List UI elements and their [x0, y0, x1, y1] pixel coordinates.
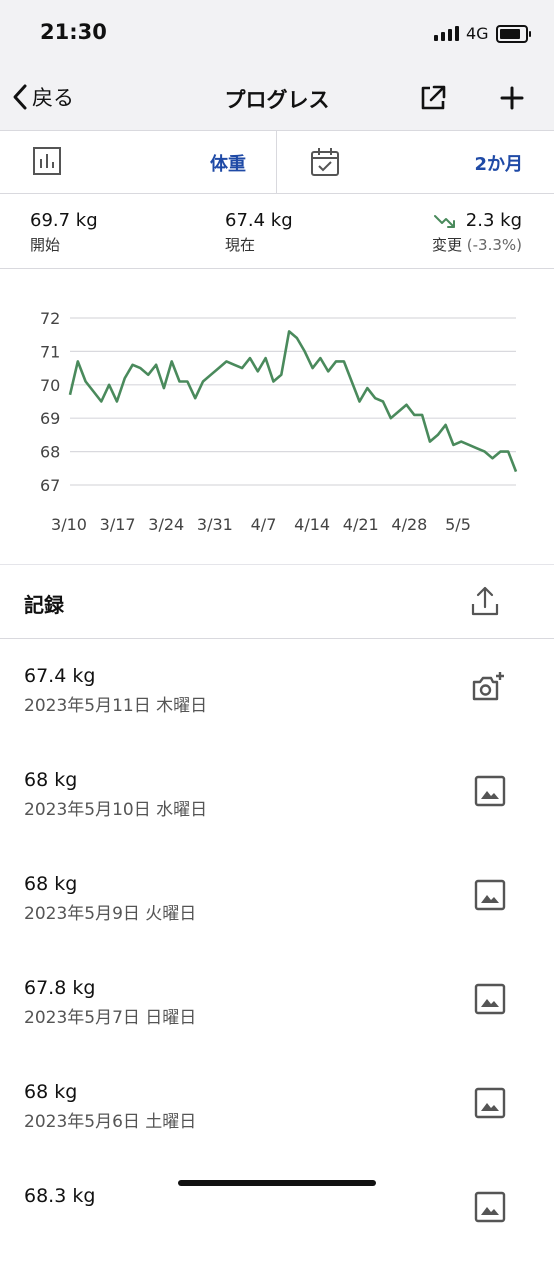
record-date: 2023年5月6日 土曜日: [24, 1112, 197, 1132]
x-tick-label: 4/28: [391, 515, 427, 534]
record-weight: 68 kg: [24, 1081, 78, 1103]
bar-chart-icon: [33, 147, 61, 175]
record-date: 2023年5月9日 火曜日: [24, 904, 197, 924]
record-weight: 67.8 kg: [24, 977, 96, 999]
record-row[interactable]: 68 kg 2023年5月10日 水曜日: [0, 743, 554, 847]
x-tick-label: 3/24: [148, 515, 184, 534]
y-tick-label: 67: [40, 476, 60, 495]
x-tick-label: 4/21: [343, 515, 379, 534]
record-row[interactable]: 67.8 kg 2023年5月7日 日曜日: [0, 951, 554, 1055]
nav-bar: 戻る プログレス: [0, 70, 554, 131]
image-icon[interactable]: [474, 775, 506, 811]
record-weight: 68 kg: [24, 769, 78, 791]
y-tick-label: 71: [40, 342, 60, 361]
back-label: 戻る: [32, 86, 74, 110]
trend-down-icon: [433, 214, 455, 228]
calendar-check-icon: [311, 148, 339, 176]
image-icon[interactable]: [474, 1087, 506, 1123]
export-button[interactable]: [470, 585, 500, 621]
network-type: 4G: [466, 24, 489, 43]
metric-value: 体重: [210, 154, 246, 175]
current-weight: 67.4 kg: [225, 210, 293, 231]
external-link-icon: [421, 85, 446, 110]
weight-chart-svg: 72 71 70 69 68 67 3/10 3/17 3/24 3/31 4/7 4/14 4/21 4…: [40, 309, 518, 534]
stat-change: 2.3 kg 変更 (-3.3%): [432, 210, 522, 255]
y-tick-label: 68: [40, 443, 60, 462]
records-list: 67.4 kg 2023年5月11日 木曜日 68 kg 2023年5月10日 水曜日…: [0, 639, 554, 1263]
signal-icon: [434, 26, 459, 41]
status-time: 21:30: [40, 20, 107, 44]
y-tick-label: 69: [40, 409, 60, 428]
share-icon: [471, 586, 499, 616]
weight-series-line: [68, 330, 518, 473]
record-weight: 68 kg: [24, 873, 78, 895]
add-button[interactable]: [496, 82, 528, 118]
x-tick-label: 3/17: [100, 515, 136, 534]
change-label: 変更: [431, 236, 462, 254]
add-photo-icon[interactable]: [470, 671, 506, 707]
x-tick-label: 3/31: [197, 515, 233, 534]
current-label: 現在: [225, 236, 256, 254]
back-button[interactable]: 戻る: [12, 82, 74, 112]
record-date: 2023年5月7日 日曜日: [24, 1008, 197, 1028]
record-row[interactable]: 67.4 kg 2023年5月11日 木曜日: [0, 639, 554, 743]
weight-chart: 72 71 70 69 68 67 3/10 3/17 3/24 3/31 4/7 4/14 4/21 4…: [0, 290, 554, 550]
records-header: 記録: [0, 565, 554, 639]
records-title: 記録: [24, 593, 64, 617]
y-tick-label: 72: [40, 309, 60, 328]
record-row[interactable]: 68 kg 2023年5月6日 土曜日: [0, 1055, 554, 1159]
record-row[interactable]: 68.3 kg: [0, 1159, 554, 1263]
stat-current: 67.4 kg 現在: [225, 210, 293, 255]
image-icon[interactable]: [474, 879, 506, 915]
start-weight: 69.7 kg: [30, 210, 98, 231]
stat-start: 69.7 kg 開始: [30, 210, 98, 255]
record-date: 2023年5月10日 水曜日: [24, 800, 208, 820]
change-percent: (-3.3%): [466, 236, 522, 254]
chevron-left-icon: [13, 84, 27, 110]
range-selector[interactable]: 2か月: [277, 131, 553, 193]
page-title: プログレス: [224, 88, 330, 112]
status-bar: 21:30 4G: [0, 0, 554, 70]
record-row[interactable]: 68 kg 2023年5月9日 火曜日: [0, 847, 554, 951]
image-icon[interactable]: [474, 983, 506, 1019]
x-tick-label: 4/7: [251, 515, 277, 534]
x-tick-label: 4/14: [294, 515, 330, 534]
record-date: 2023年5月11日 木曜日: [24, 696, 208, 716]
home-indicator[interactable]: [178, 1180, 376, 1186]
chart-selector: 体重 2か月: [0, 131, 554, 194]
change-value: 2.3 kg: [465, 210, 522, 231]
battery-icon: [496, 25, 531, 43]
image-icon[interactable]: [474, 1191, 506, 1227]
start-label: 開始: [30, 236, 61, 254]
x-tick-label: 5/5: [445, 515, 471, 534]
y-tick-label: 70: [40, 376, 60, 395]
x-tick-label: 3/10: [51, 515, 87, 534]
metric-selector[interactable]: 体重: [0, 131, 276, 193]
stats-row: 69.7 kg 開始 67.4 kg 現在 2.3 kg 変更 (-3.3%): [0, 194, 554, 269]
share-external-button[interactable]: [417, 82, 449, 118]
plus-icon: [500, 86, 524, 110]
range-value: 2か月: [474, 154, 523, 175]
record-weight: 67.4 kg: [24, 665, 96, 687]
record-weight: 68.3 kg: [24, 1185, 96, 1207]
